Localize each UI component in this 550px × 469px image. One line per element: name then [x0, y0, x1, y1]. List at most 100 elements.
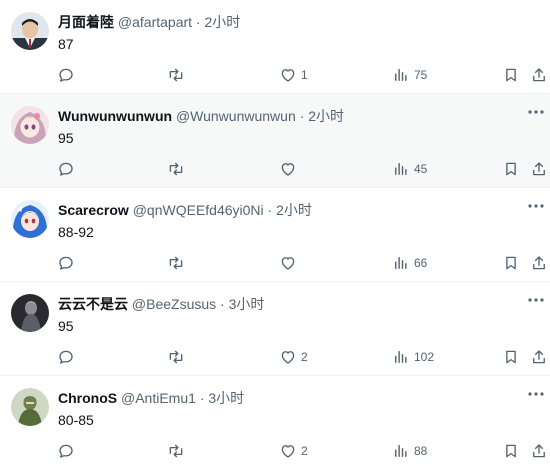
display-name[interactable]: Wunwunwunwun: [58, 108, 172, 124]
display-name[interactable]: 月面着陸: [58, 14, 114, 30]
like-count: 1: [301, 68, 308, 82]
tweet-header: ChronoS @AntiEmu1 · 3小时: [58, 389, 244, 407]
bookmark-icon: [502, 348, 520, 366]
like-button[interactable]: 1: [279, 65, 308, 85]
retweet-button[interactable]: [167, 441, 185, 461]
share-button[interactable]: [530, 441, 548, 461]
user-handle[interactable]: @qnWQEEfd46yi0Ni: [133, 202, 264, 218]
retweet-button[interactable]: [167, 65, 185, 85]
tweet[interactable]: 月面着陸 @afartapart · 2小时 87 1 75: [0, 0, 550, 94]
views-icon: [392, 160, 410, 178]
separator-dot: ·: [195, 14, 201, 30]
views-button[interactable]: 66: [392, 253, 427, 273]
views-count: 102: [414, 350, 435, 364]
views-count: 75: [414, 68, 428, 82]
views-button[interactable]: 75: [392, 65, 427, 85]
timestamp[interactable]: 3小时: [229, 296, 265, 312]
retweet-icon: [167, 160, 185, 178]
tweet[interactable]: Scarecrow @qnWQEEfd46yi0Ni · 2小时 88-92 6…: [0, 188, 550, 282]
user-handle[interactable]: @Wunwunwunwun: [176, 108, 296, 124]
retweet-icon: [167, 442, 185, 460]
tweet[interactable]: ChronoS @AntiEmu1 · 3小时 80-85 2 88: [0, 376, 550, 469]
display-name[interactable]: Scarecrow: [58, 202, 129, 218]
share-button[interactable]: [530, 65, 548, 85]
share-icon: [530, 160, 548, 178]
tweet-text: 95: [58, 130, 74, 146]
display-name[interactable]: 云云不是云: [58, 296, 128, 312]
tweet-header: 云云不是云 @BeeZsusus · 3小时: [58, 295, 264, 313]
separator-dot: ·: [299, 108, 305, 124]
heart-icon: [279, 348, 297, 366]
user-handle[interactable]: @afartapart: [118, 14, 192, 30]
views-button[interactable]: 88: [392, 441, 427, 461]
like-button[interactable]: 2: [279, 441, 308, 461]
avatar[interactable]: [11, 388, 49, 426]
more-icon[interactable]: [526, 384, 546, 404]
share-icon: [530, 66, 548, 84]
tweet-text: 80-85: [58, 412, 94, 428]
separator-dot: ·: [220, 296, 225, 312]
share-icon: [530, 442, 548, 460]
avatar[interactable]: [11, 294, 49, 332]
reply-button[interactable]: [57, 441, 75, 461]
display-name[interactable]: ChronoS: [58, 390, 117, 406]
views-icon: [392, 348, 410, 366]
share-icon: [530, 254, 548, 272]
bookmark-button[interactable]: [502, 347, 520, 367]
retweet-icon: [167, 254, 185, 272]
heart-icon: [279, 442, 297, 460]
reply-button[interactable]: [57, 159, 75, 179]
retweet-button[interactable]: [167, 347, 185, 367]
tweet-header: 月面着陸 @afartapart · 2小时: [58, 13, 240, 31]
views-icon: [392, 442, 410, 460]
views-icon: [392, 66, 410, 84]
avatar[interactable]: [11, 200, 49, 238]
like-button[interactable]: [279, 253, 301, 273]
views-button[interactable]: 45: [392, 159, 427, 179]
like-count: 2: [301, 444, 308, 458]
avatar[interactable]: [11, 106, 49, 144]
views-count: 88: [414, 444, 428, 458]
user-handle[interactable]: @BeeZsusus: [132, 296, 216, 312]
reply-button[interactable]: [57, 347, 75, 367]
retweet-button[interactable]: [167, 159, 185, 179]
tweet-text: 95: [58, 318, 74, 334]
bookmark-icon: [502, 66, 520, 84]
share-button[interactable]: [530, 159, 548, 179]
timestamp[interactable]: 2小时: [276, 202, 312, 218]
bookmark-icon: [502, 442, 520, 460]
more-icon[interactable]: [526, 290, 546, 310]
bookmark-button[interactable]: [502, 65, 520, 85]
share-button[interactable]: [530, 253, 548, 273]
tweet-header: Wunwunwunwun @Wunwunwunwun · 2小时: [58, 107, 344, 125]
reply-icon: [57, 254, 75, 272]
reply-icon: [57, 348, 75, 366]
bookmark-button[interactable]: [502, 441, 520, 461]
avatar[interactable]: [11, 12, 49, 50]
separator-dot: ·: [267, 202, 273, 218]
more-icon[interactable]: [526, 196, 546, 216]
action-bar: 45: [0, 159, 550, 179]
share-button[interactable]: [530, 347, 548, 367]
reply-button[interactable]: [57, 65, 75, 85]
timestamp[interactable]: 2小时: [204, 14, 240, 30]
share-icon: [530, 348, 548, 366]
retweet-button[interactable]: [167, 253, 185, 273]
timestamp[interactable]: 3小时: [208, 390, 244, 406]
timestamp[interactable]: 2小时: [308, 108, 344, 124]
user-handle[interactable]: @AntiEmu1: [121, 390, 196, 406]
reply-button[interactable]: [57, 253, 75, 273]
reply-icon: [57, 442, 75, 460]
reply-icon: [57, 66, 75, 84]
like-button[interactable]: 2: [279, 347, 308, 367]
bookmark-button[interactable]: [502, 159, 520, 179]
tweet[interactable]: Wunwunwunwun @Wunwunwunwun · 2小时 95 45: [0, 94, 550, 188]
separator-dot: ·: [199, 390, 205, 406]
views-button[interactable]: 102: [392, 347, 434, 367]
tweet[interactable]: 云云不是云 @BeeZsusus · 3小时 95 2 102: [0, 282, 550, 376]
bookmark-icon: [502, 160, 520, 178]
bookmark-button[interactable]: [502, 253, 520, 273]
like-button[interactable]: [279, 159, 301, 179]
more-icon[interactable]: [526, 102, 546, 122]
views-count: 45: [414, 162, 428, 176]
